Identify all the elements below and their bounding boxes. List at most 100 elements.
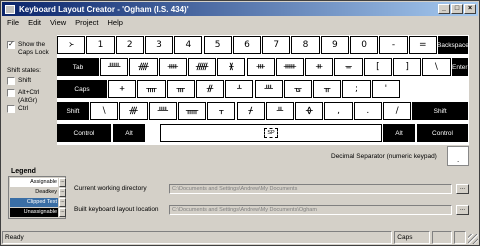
show-caps-lock-checkbox[interactable]: ✓	[7, 41, 15, 49]
control-right-key[interactable]: Control	[417, 124, 468, 142]
ctrl-checkbox[interactable]	[7, 105, 15, 113]
show-caps-lock-option[interactable]: ✓ Show the Caps Lock	[7, 41, 56, 57]
minimize-button[interactable]: _	[438, 4, 450, 14]
key-row4-10[interactable]: /	[383, 102, 412, 120]
key-row4-4-label: ᚁ	[219, 106, 224, 116]
keyboard: ᚛ 1 2 3 4 5 6 7 8 9 0 - = Backspace Tab ᚊ ᚎ ᚓ ᚏ ᚕ ᚒ ᚔ ᚑ ᚚ [] \ Ent…	[57, 35, 469, 145]
legend-unassignable-button[interactable]: ...	[59, 208, 66, 217]
key-row1-0[interactable]: ᚛	[57, 36, 86, 54]
key-row2-7[interactable]: ᚑ	[305, 58, 334, 76]
tab-key[interactable]: Tab	[57, 58, 99, 76]
key-row1-0-label: ᚛	[68, 40, 74, 50]
key-row4-0[interactable]: \	[90, 102, 119, 120]
key-row3-4[interactable]: ᚆ	[225, 80, 254, 98]
key-row4-8[interactable]: ,	[324, 102, 353, 120]
key-row1-7[interactable]: 7	[262, 36, 291, 54]
key-row2-10[interactable]: ]	[393, 58, 422, 76]
key-row1-5[interactable]: 5	[203, 36, 232, 54]
decimal-separator-key[interactable]: .	[447, 146, 469, 166]
legend-deadkey-button[interactable]: ...	[59, 188, 66, 197]
key-row2-1[interactable]: ᚎ	[129, 58, 158, 76]
alt-left-key[interactable]: Alt	[113, 124, 145, 142]
key-row4-7[interactable]: ᚖ	[295, 102, 324, 120]
menu-help[interactable]: Help	[108, 17, 123, 28]
ctrl-option[interactable]: Ctrl	[7, 105, 28, 113]
key-row1-1[interactable]: 1	[86, 36, 115, 54]
key-row1-3[interactable]: 3	[144, 36, 174, 54]
control-left-key-label: Control	[73, 129, 95, 137]
key-row4-2[interactable]: ᚉ	[148, 102, 177, 120]
built-location-input[interactable]: C:\Documents and Settings\Andrew\My Docu…	[169, 205, 452, 215]
key-row4-1[interactable]: ᚍ	[119, 102, 148, 120]
key-row4-3[interactable]: ᚅ	[177, 102, 207, 120]
key-row1-6-label: 6	[244, 40, 250, 50]
close-button[interactable]: ×	[464, 4, 476, 14]
key-row1-10[interactable]: 0	[350, 36, 379, 54]
legend-clipped-text-button[interactable]: ...	[59, 198, 66, 207]
key-row2-3[interactable]: ᚏ	[187, 58, 217, 76]
key-row3-2[interactable]: ᚃ	[166, 80, 195, 98]
menu-project[interactable]: Project	[75, 17, 98, 28]
key-row3-0-label: ᚐ	[119, 84, 125, 94]
key-row4-5[interactable]: ᚋ	[236, 102, 265, 120]
altctrl-option[interactable]: Alt+Ctrl (AltGr)	[7, 89, 54, 105]
space-key[interactable]: SP	[160, 124, 382, 142]
key-row1-4[interactable]: 4	[174, 36, 203, 54]
key-row4-10-label: /	[395, 106, 399, 116]
cwd-browse-button[interactable]: ...	[456, 184, 469, 194]
key-row1-12[interactable]: =	[408, 36, 437, 54]
key-row2-11-label: \	[434, 62, 438, 72]
key-row3-0[interactable]: ᚐ	[108, 80, 137, 98]
legend-deadkey: Deadkey	[10, 188, 58, 197]
key-row4-6[interactable]: ᚇ	[265, 102, 295, 120]
caps-key[interactable]: Caps	[57, 80, 107, 98]
key-row3-6-label: ᚗ	[294, 84, 302, 94]
key-row2-4[interactable]: ᚕ	[217, 58, 246, 76]
key-row4-1-label: ᚍ	[129, 106, 138, 116]
key-row2-2[interactable]: ᚓ	[158, 58, 187, 76]
key-row3-9[interactable]: '	[371, 80, 400, 98]
built-location-browse-button[interactable]: ...	[456, 205, 469, 215]
menu-view[interactable]: View	[50, 17, 66, 28]
key-row4-4[interactable]: ᚁ	[207, 102, 236, 120]
key-row3-8[interactable]: ;	[342, 80, 371, 98]
altctrl-checkbox[interactable]	[7, 89, 15, 97]
key-row1-11[interactable]: -	[379, 36, 408, 54]
shift-option[interactable]: Shift	[7, 77, 31, 85]
key-row2-9[interactable]: [	[363, 58, 392, 76]
key-row3-5[interactable]: ᚈ	[254, 80, 283, 98]
key-row3-1[interactable]: ᚄ	[137, 80, 166, 98]
backspace-key[interactable]: Backspace	[437, 36, 469, 54]
menu-edit[interactable]: Edit	[28, 17, 41, 28]
key-row1-8-label: 8	[302, 40, 309, 50]
key-row3-6[interactable]: ᚗ	[283, 80, 313, 98]
key-row2-0[interactable]: ᚊ	[100, 58, 129, 76]
key-row3-3[interactable]: ᚌ	[195, 80, 225, 98]
altctrl-option-label: Alt+Ctrl (AltGr)	[18, 89, 40, 104]
menu-file[interactable]: File	[7, 17, 19, 28]
key-row2-6[interactable]: ᚔ	[275, 58, 305, 76]
legend-assignable-button[interactable]: ...	[59, 178, 66, 187]
key-row1-2[interactable]: 2	[115, 36, 144, 54]
shift-right-key[interactable]: Shift	[412, 102, 468, 120]
key-row3-5-label: ᚈ	[264, 84, 273, 94]
cwd-input[interactable]: C:\Documents and Settings\Andrew\My Docu…	[169, 184, 452, 194]
shift-checkbox[interactable]	[7, 77, 15, 85]
key-row2-8[interactable]: ᚚ	[334, 58, 363, 76]
enter-key[interactable]: Enter	[451, 58, 468, 76]
control-left-key[interactable]: Control	[57, 124, 111, 142]
key-row3-7[interactable]: ᚂ	[313, 80, 342, 98]
legend: Assignable ... Deadkey ... Clipped Text …	[8, 176, 66, 219]
key-row1-9[interactable]: 9	[320, 36, 349, 54]
alt-right-key[interactable]: Alt	[383, 124, 415, 142]
key-row1-8[interactable]: 8	[291, 36, 320, 54]
key-row2-11[interactable]: \	[422, 58, 451, 76]
shift-left-key[interactable]: Shift	[57, 102, 89, 120]
maximize-button[interactable]: □	[451, 4, 463, 14]
app-icon	[5, 4, 15, 14]
key-row2-5[interactable]: ᚒ	[246, 58, 275, 76]
resize-grip-icon[interactable]	[468, 234, 478, 244]
key-row1-6[interactable]: 6	[232, 36, 262, 54]
key-row4-9[interactable]: .	[353, 102, 382, 120]
key-row4-8-label: ,	[337, 106, 340, 116]
